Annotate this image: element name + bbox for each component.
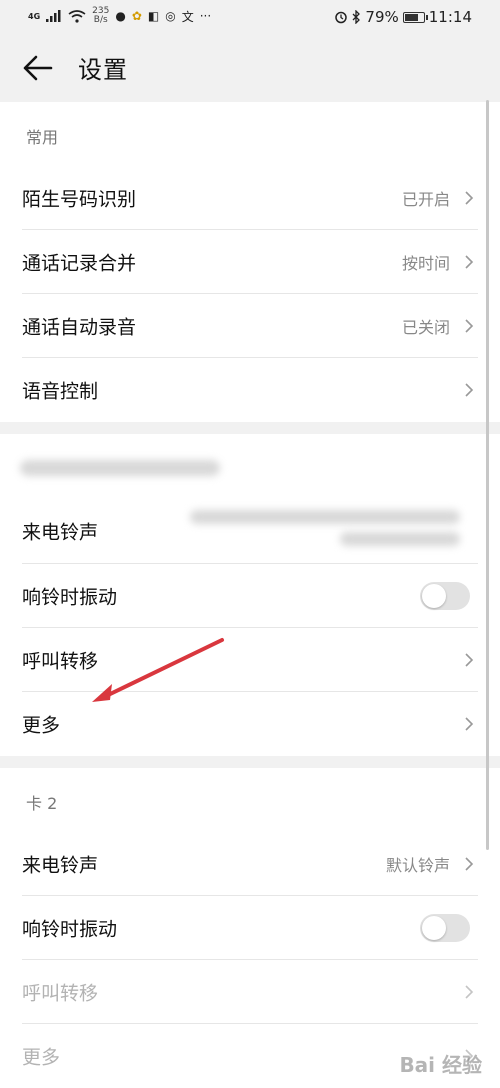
app-notification-icon: 文 — [181, 9, 194, 24]
list-item-ringtone[interactable]: 来电铃声 — [0, 498, 500, 564]
status-bar: 4G 235 B/s ● ✿ ◧ ◎ 文 ··· 79% 11:14 — [0, 0, 500, 34]
chevron-right-icon — [465, 319, 474, 333]
app-notification-icon: ◎ — [165, 9, 176, 23]
network-speed: 235 B/s — [92, 6, 110, 25]
section-header: 卡 2 — [26, 794, 58, 813]
chevron-right-icon — [465, 383, 474, 397]
bluetooth-icon — [352, 10, 361, 24]
list-item-call-forwarding[interactable]: 呼叫转移 — [0, 960, 500, 1024]
app-notification-icon: ◧ — [147, 9, 160, 23]
arrow-left-icon[interactable] — [22, 53, 54, 83]
battery-percent: 79% — [365, 8, 399, 26]
wifi-icon — [68, 9, 86, 23]
chevron-right-icon — [465, 985, 474, 999]
list-item-more[interactable]: 更多 — [0, 692, 500, 756]
list-item-vibrate-on-ring[interactable]: 响铃时振动 — [0, 564, 500, 628]
chevron-right-icon — [465, 653, 474, 667]
list-item-unknown-number-id[interactable]: 陌生号码识别 已开启 — [0, 166, 500, 230]
alarm-icon — [335, 11, 348, 24]
list-item-call-forwarding[interactable]: 呼叫转移 — [0, 628, 500, 692]
vibrate-toggle[interactable] — [420, 914, 470, 942]
wechat-icon: ● — [115, 9, 126, 23]
section-sim2: 卡 2 来电铃声 默认铃声 响铃时振动 呼叫转移 更多 — [0, 768, 500, 1088]
list-item-vibrate-on-ring[interactable]: 响铃时振动 — [0, 896, 500, 960]
list-item-auto-record[interactable]: 通话自动录音 已关闭 — [0, 294, 500, 358]
battery-icon — [402, 11, 428, 23]
scrollbar[interactable] — [486, 100, 489, 850]
more-notifications-icon: ··· — [199, 9, 212, 23]
section-header-blurred — [0, 434, 500, 498]
signal-icon — [46, 10, 61, 22]
chevron-right-icon — [465, 255, 474, 269]
network-indicator: 4G — [28, 11, 41, 21]
watermark: Bai 经验 — [399, 1053, 482, 1077]
list-item-call-log-merge[interactable]: 通话记录合并 按时间 — [0, 230, 500, 294]
section-common: 常用 陌生号码识别 已开启 通话记录合并 按时间 通话自动录音 已关闭 语音控制 — [0, 102, 500, 422]
chevron-right-icon — [465, 857, 474, 871]
vibrate-toggle[interactable] — [420, 582, 470, 610]
list-item-voice-control[interactable]: 语音控制 — [0, 358, 500, 422]
chevron-right-icon — [465, 717, 474, 731]
page-title: 设置 — [78, 56, 128, 84]
list-item-ringtone[interactable]: 来电铃声 默认铃声 — [0, 832, 500, 896]
section-sim1: 来电铃声 响铃时振动 呼叫转移 更多 — [0, 434, 500, 756]
chevron-right-icon — [465, 191, 474, 205]
app-bar: 设置 — [0, 34, 500, 102]
section-header: 常用 — [26, 128, 59, 147]
clock: 11:14 — [428, 8, 472, 26]
battery-level — [404, 13, 418, 21]
app-notification-icon: ✿ — [131, 9, 142, 23]
